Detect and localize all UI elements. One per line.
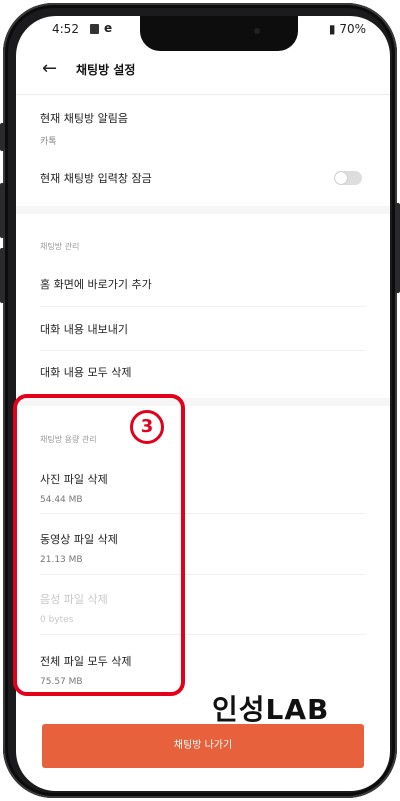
annotation-step-badge: 3: [130, 410, 164, 444]
volume-down-button: [0, 248, 5, 303]
divider: [40, 306, 366, 307]
watermark-logo: 인성LAB: [212, 693, 330, 726]
input-lock-label: 현재 채팅방 입력창 잠금: [40, 172, 152, 185]
chatroom-management-section-label: 채팅방 관리: [40, 242, 80, 251]
export-chat-label: 대화 내용 내보내기: [40, 323, 128, 336]
add-home-shortcut-item[interactable]: 홈 화면에 바로가기 추가: [40, 276, 366, 292]
notification-app-icon: [90, 24, 99, 34]
status-time: 4:52: [52, 22, 79, 36]
app-header: ← 채팅방 설정: [16, 44, 390, 95]
section-gap: [16, 206, 390, 214]
toggle-knob: [335, 172, 347, 184]
delete-all-chat-item[interactable]: 대화 내용 모두 삭제: [40, 364, 366, 380]
back-arrow-icon[interactable]: ←: [42, 58, 57, 79]
notification-sound-item[interactable]: 현재 채팅방 알림음 카톡: [40, 110, 366, 147]
input-lock-toggle[interactable]: [334, 171, 362, 185]
notification-e-icon: e: [104, 21, 113, 35]
notification-sound-label: 현재 채팅방 알림음: [40, 112, 128, 125]
delete-all-chat-label: 대화 내용 모두 삭제: [40, 366, 132, 379]
notification-sound-value: 카톡: [40, 137, 57, 147]
annotation-highlight-box: [13, 394, 185, 696]
mute-switch: [0, 123, 5, 151]
volume-up-button: [0, 183, 5, 238]
camera-icon: [254, 28, 260, 34]
battery-percent: 70%: [339, 22, 366, 36]
export-chat-item[interactable]: 대화 내용 내보내기: [40, 321, 366, 337]
add-home-shortcut-label: 홈 화면에 바로가기 추가: [40, 278, 152, 291]
notch: [140, 16, 298, 51]
input-lock-item[interactable]: 현재 채팅방 입력창 잠금: [40, 170, 366, 186]
page-title: 채팅방 설정: [76, 63, 136, 77]
battery-indicator: ▮ 70%: [328, 22, 366, 36]
divider: [40, 350, 366, 351]
power-button: [395, 203, 400, 293]
leave-chatroom-button[interactable]: 채팅방 나가기: [42, 724, 364, 768]
